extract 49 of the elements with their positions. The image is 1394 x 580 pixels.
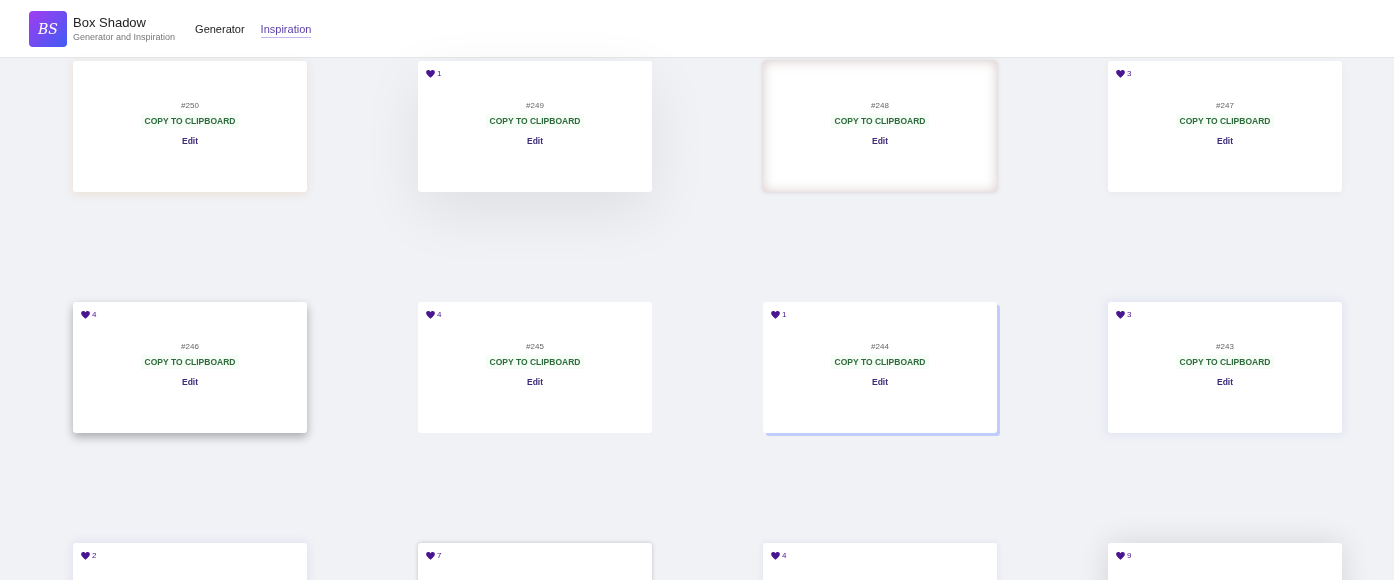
heart-icon[interactable] [1116,310,1125,319]
heart-icon[interactable] [771,551,780,560]
edit-link[interactable]: Edit [1216,377,1234,387]
heart-icon[interactable] [426,551,435,560]
like-count: 3 [1127,310,1132,319]
shadow-number: #250 [181,101,199,110]
like-count: 4 [782,551,787,560]
shadow-number: #247 [1216,101,1234,110]
heart-icon[interactable] [426,310,435,319]
like-count: 1 [782,310,787,319]
like-count: 1 [437,69,442,78]
like-count: 4 [92,310,97,319]
copy-button[interactable]: COPY TO CLIPBOARD [830,355,930,369]
heart-icon[interactable] [426,69,435,78]
edit-link[interactable]: Edit [871,136,889,146]
edit-link[interactable]: Edit [526,377,544,387]
like-count: 9 [1127,551,1132,560]
shadow-number: #244 [871,342,889,351]
copy-button[interactable]: COPY TO CLIPBOARD [1175,114,1275,128]
edit-link[interactable]: Edit [526,136,544,146]
edit-link[interactable]: Edit [871,377,889,387]
nav-link[interactable]: Inspiration [260,23,312,38]
edit-link[interactable]: Edit [181,377,199,387]
nav-link[interactable]: Generator [195,23,245,38]
like-count: 2 [92,551,97,560]
site-subtitle: Generator and Inspiration [73,32,176,42]
like-count: 7 [437,551,442,560]
heart-icon[interactable] [1116,551,1125,560]
edit-link[interactable]: Edit [1216,136,1234,146]
site-title: Box Shadow [73,15,147,30]
shadow-number: #249 [526,101,544,110]
heart-icon[interactable] [771,310,780,319]
copy-button[interactable]: COPY TO CLIPBOARD [1175,355,1275,369]
copy-button[interactable]: COPY TO CLIPBOARD [830,114,930,128]
shadow-number: #246 [181,342,199,351]
like-count: 3 [1127,69,1132,78]
heart-icon[interactable] [81,551,90,560]
copy-button[interactable]: COPY TO CLIPBOARD [485,114,585,128]
shadow-number: #245 [526,342,544,351]
heart-icon[interactable] [81,310,90,319]
copy-button[interactable]: COPY TO CLIPBOARD [485,355,585,369]
like-count: 4 [437,310,442,319]
shadow-number: #243 [1216,342,1234,351]
copy-button[interactable]: COPY TO CLIPBOARD [140,355,240,369]
logo[interactable]: BS [29,10,67,47]
edit-link[interactable]: Edit [181,136,199,146]
heart-icon[interactable] [1116,69,1125,78]
copy-button[interactable]: COPY TO CLIPBOARD [140,114,240,128]
shadow-number: #248 [871,101,889,110]
